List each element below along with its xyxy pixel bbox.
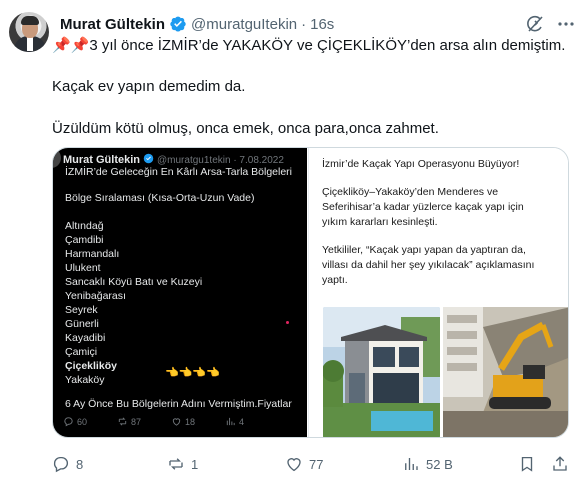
embedded-tweet-screenshot: Murat Gültekin @muratgu1tekin · 7.08.2022… (53, 148, 307, 437)
views-button[interactable]: 52 B (402, 452, 453, 476)
news-para2-line1: Yetkililer, “Kaçak yapı yapan da yaptıra… (322, 244, 526, 256)
reply-button[interactable]: 8 (52, 452, 83, 476)
tweet-line-2: Kaçak ev yapın demedim da. (52, 78, 246, 95)
tweet-header: Murat Gültekin @muratguItekin · 16s (60, 14, 334, 34)
author-handle[interactable]: @muratguItekin (191, 16, 297, 33)
tweet-line-3: Üzüldüm kötü olmuş, onca emek, onca para… (52, 120, 439, 137)
news-para1-line2: Seferihisar’a kadar yüzlerce kaçak yapı … (322, 201, 524, 213)
embedded-like: 18 (171, 416, 225, 427)
like-button[interactable]: 77 (285, 452, 323, 476)
embedded-avatar (53, 148, 61, 168)
news-headline: İzmir’de Kaçak Yapı Operasyonu Büyüyor! (322, 158, 520, 170)
bookmark-button[interactable] (518, 452, 536, 476)
embedded-repost: 87 (117, 416, 171, 427)
region-item: Harmandalı (65, 248, 120, 260)
avatar[interactable] (9, 12, 49, 52)
embedded-author-name: Murat Gültekin (63, 154, 141, 166)
embedded-verified-icon (143, 153, 154, 164)
region-item: Seyrek (65, 304, 98, 316)
tweet-line-1-text: 3 yıl önce İZMİR’de YAKAKÖY ve ÇİÇEKLİKÖ… (89, 37, 566, 54)
repost-count: 1 (191, 456, 199, 472)
avatar-hair (21, 16, 39, 25)
embedded-views: 4 (225, 416, 279, 427)
views-count: 52 B (426, 456, 453, 472)
tweet-time[interactable]: 16s (310, 16, 334, 33)
tweet-actions: 8 1 77 52 B (52, 452, 572, 476)
news-card: İzmir’de Kaçak Yapı Operasyonu Büyüyor! … (308, 148, 568, 437)
pointing-hands-emoji: 👈👈👈👈 (165, 367, 220, 379)
like-count: 77 (309, 456, 324, 472)
news-para2-line2: villası da dahil her şey yıkılacak” açık… (322, 259, 535, 271)
region-item-highlight: Çiçekliköy (65, 360, 117, 372)
region-item: Yakaköy (65, 374, 105, 386)
reply-count: 8 (76, 456, 84, 472)
repost-icon (169, 458, 183, 470)
region-item: Günerli (65, 318, 99, 330)
separator-dot: · (301, 15, 307, 33)
heart-icon (287, 458, 301, 472)
news-para1-line1: Çiçekliköy–Yakaköy’den Menderes ve (322, 186, 499, 198)
avatar-shirt (27, 37, 33, 51)
embedded-title: İZMİR’de Geleceğin En Kârlı Arsa-Tarla B… (65, 166, 293, 178)
tweet-line-1: 📌📌3 yıl önce İZMİR’de YAKAKÖY ve ÇİÇEKLİ… (52, 36, 565, 56)
embedded-like-count: 18 (185, 416, 196, 427)
verified-badge-icon[interactable] (169, 15, 187, 33)
villa-photo (323, 307, 440, 437)
region-item: Çamdibi (65, 234, 104, 246)
embedded-reply-count: 60 (77, 416, 88, 427)
embedded-actions: 60 87 18 4 (63, 416, 303, 427)
media-image[interactable]: Murat Gültekin @muratgu1tekin · 7.08.2022… (52, 147, 569, 438)
embedded-repost-count: 87 (131, 416, 142, 427)
region-item: Çamiçi (65, 346, 98, 358)
region-item: Altındağ (65, 220, 104, 232)
grok-icon[interactable] (525, 14, 545, 34)
share-button[interactable] (551, 452, 569, 476)
embedded-reply: 60 (63, 416, 117, 427)
region-item: Sancaklı Köyü Batı ve Kuzeyi (65, 276, 203, 288)
news-para1-line3: yıkım kararları kesinleşti. (322, 216, 438, 228)
demolition-photo (443, 307, 568, 437)
share-icon (553, 456, 567, 471)
repost-button[interactable]: 1 (167, 452, 198, 476)
reply-icon (53, 456, 68, 473)
news-para2-line3: yaptı. (322, 274, 348, 286)
tweet[interactable]: Murat Gültekin @muratguItekin · 16s 📌📌3 … (0, 0, 587, 496)
bookmark-icon (521, 456, 533, 472)
more-icon[interactable] (556, 14, 576, 34)
region-item: Yenibağarası (65, 290, 126, 302)
embedded-header: Murat Gültekin @muratgu1tekin · 7.08.2022 (63, 153, 284, 166)
pin-emoji: 📌📌 (52, 37, 90, 54)
embedded-handle-date: @muratgu1tekin · 7.08.2022 (157, 155, 284, 166)
author-name[interactable]: Murat Gültekin (60, 16, 165, 33)
embedded-footer: 6 Ay Önce Bu Bölgelerin Adını Vermiştim.… (65, 398, 292, 410)
embedded-subtitle: Bölge Sıralaması (Kısa-Orta-Uzun Vade) (65, 192, 255, 204)
region-item: Kayadibi (65, 332, 106, 344)
region-item: Ulukent (65, 262, 101, 274)
embedded-views-count: 4 (239, 416, 245, 427)
red-dot (286, 321, 289, 324)
views-icon (405, 458, 418, 470)
